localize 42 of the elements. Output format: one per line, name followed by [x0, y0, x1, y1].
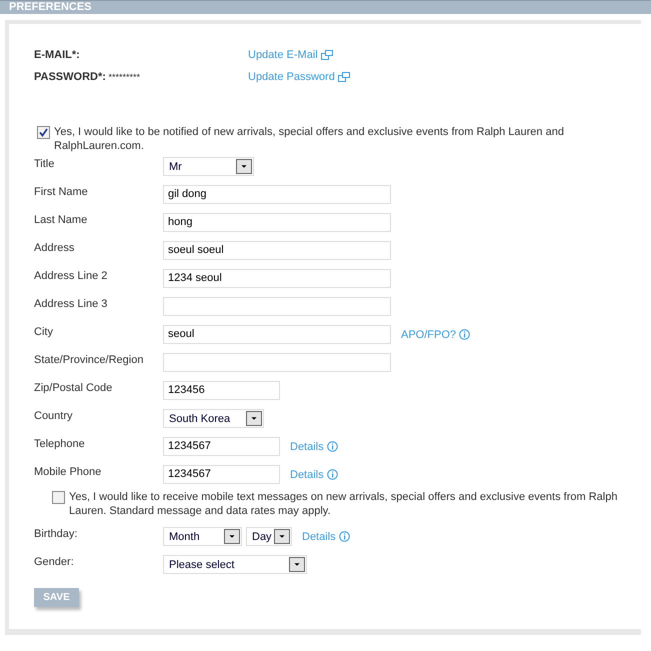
section-header: PREFERENCES: [0, 0, 651, 14]
account-label: E-MAIL*:: [34, 49, 81, 61]
input-field[interactable]: [163, 353, 391, 372]
input-field[interactable]: [163, 297, 391, 316]
input-field[interactable]: gil dong: [163, 185, 391, 204]
dropdown[interactable]: Month: [163, 527, 242, 546]
field-label: Mobile Phone: [34, 465, 102, 479]
checkbox-label: Yes, I would like to be notified of new arrivals, special offers and exclusive events from Ralph Lauren and RalphLauren.com.: [54, 125, 565, 153]
field-label: Address Line 2: [34, 269, 108, 283]
account-label: PASSWORD*: *********: [34, 71, 141, 83]
field-label: Country: [34, 409, 74, 423]
field-label: Birthday:: [34, 527, 78, 541]
checkbox[interactable]: [52, 491, 65, 504]
checkbox[interactable]: [37, 126, 50, 139]
checkbox-label: Yes, I would like to receive mobile text messages on new arrivals, special offers and exclusive events from Ralph Lauren. Standard message and data rates may apply.: [69, 490, 618, 518]
field-label: Telephone: [34, 437, 86, 451]
field-label: Title: [34, 157, 56, 171]
popup-window-icon: [338, 72, 350, 82]
input-field[interactable]: soeul soeul: [163, 241, 391, 260]
dropdown[interactable]: Mr: [163, 157, 254, 176]
dropdown[interactable]: Day: [246, 527, 292, 546]
field-label: Gender:: [34, 555, 75, 569]
input-field[interactable]: hong: [163, 213, 391, 232]
input-field[interactable]: 1234567: [163, 437, 280, 456]
field-label: State/Province/Region: [34, 353, 144, 367]
input-field[interactable]: 123456: [163, 381, 280, 400]
dropdown[interactable]: South Korea: [163, 409, 264, 428]
field-label: Address: [34, 241, 76, 255]
input-field[interactable]: seoul: [163, 325, 391, 344]
info-icon: [326, 441, 338, 452]
info-icon: [326, 469, 338, 480]
input-field[interactable]: 1234567: [163, 465, 280, 484]
field-label: Last Name: [34, 213, 88, 227]
info-icon: [338, 531, 350, 542]
field-label: Zip/Postal Code: [34, 381, 114, 395]
dropdown[interactable]: Please select: [163, 555, 307, 574]
field-label: City: [34, 325, 54, 339]
info-icon: [459, 329, 470, 340]
input-field[interactable]: 1234 seoul: [163, 269, 391, 288]
field-label: Address Line 3: [34, 297, 108, 311]
popup-window-icon: [320, 50, 333, 60]
field-label: First Name: [34, 185, 89, 199]
